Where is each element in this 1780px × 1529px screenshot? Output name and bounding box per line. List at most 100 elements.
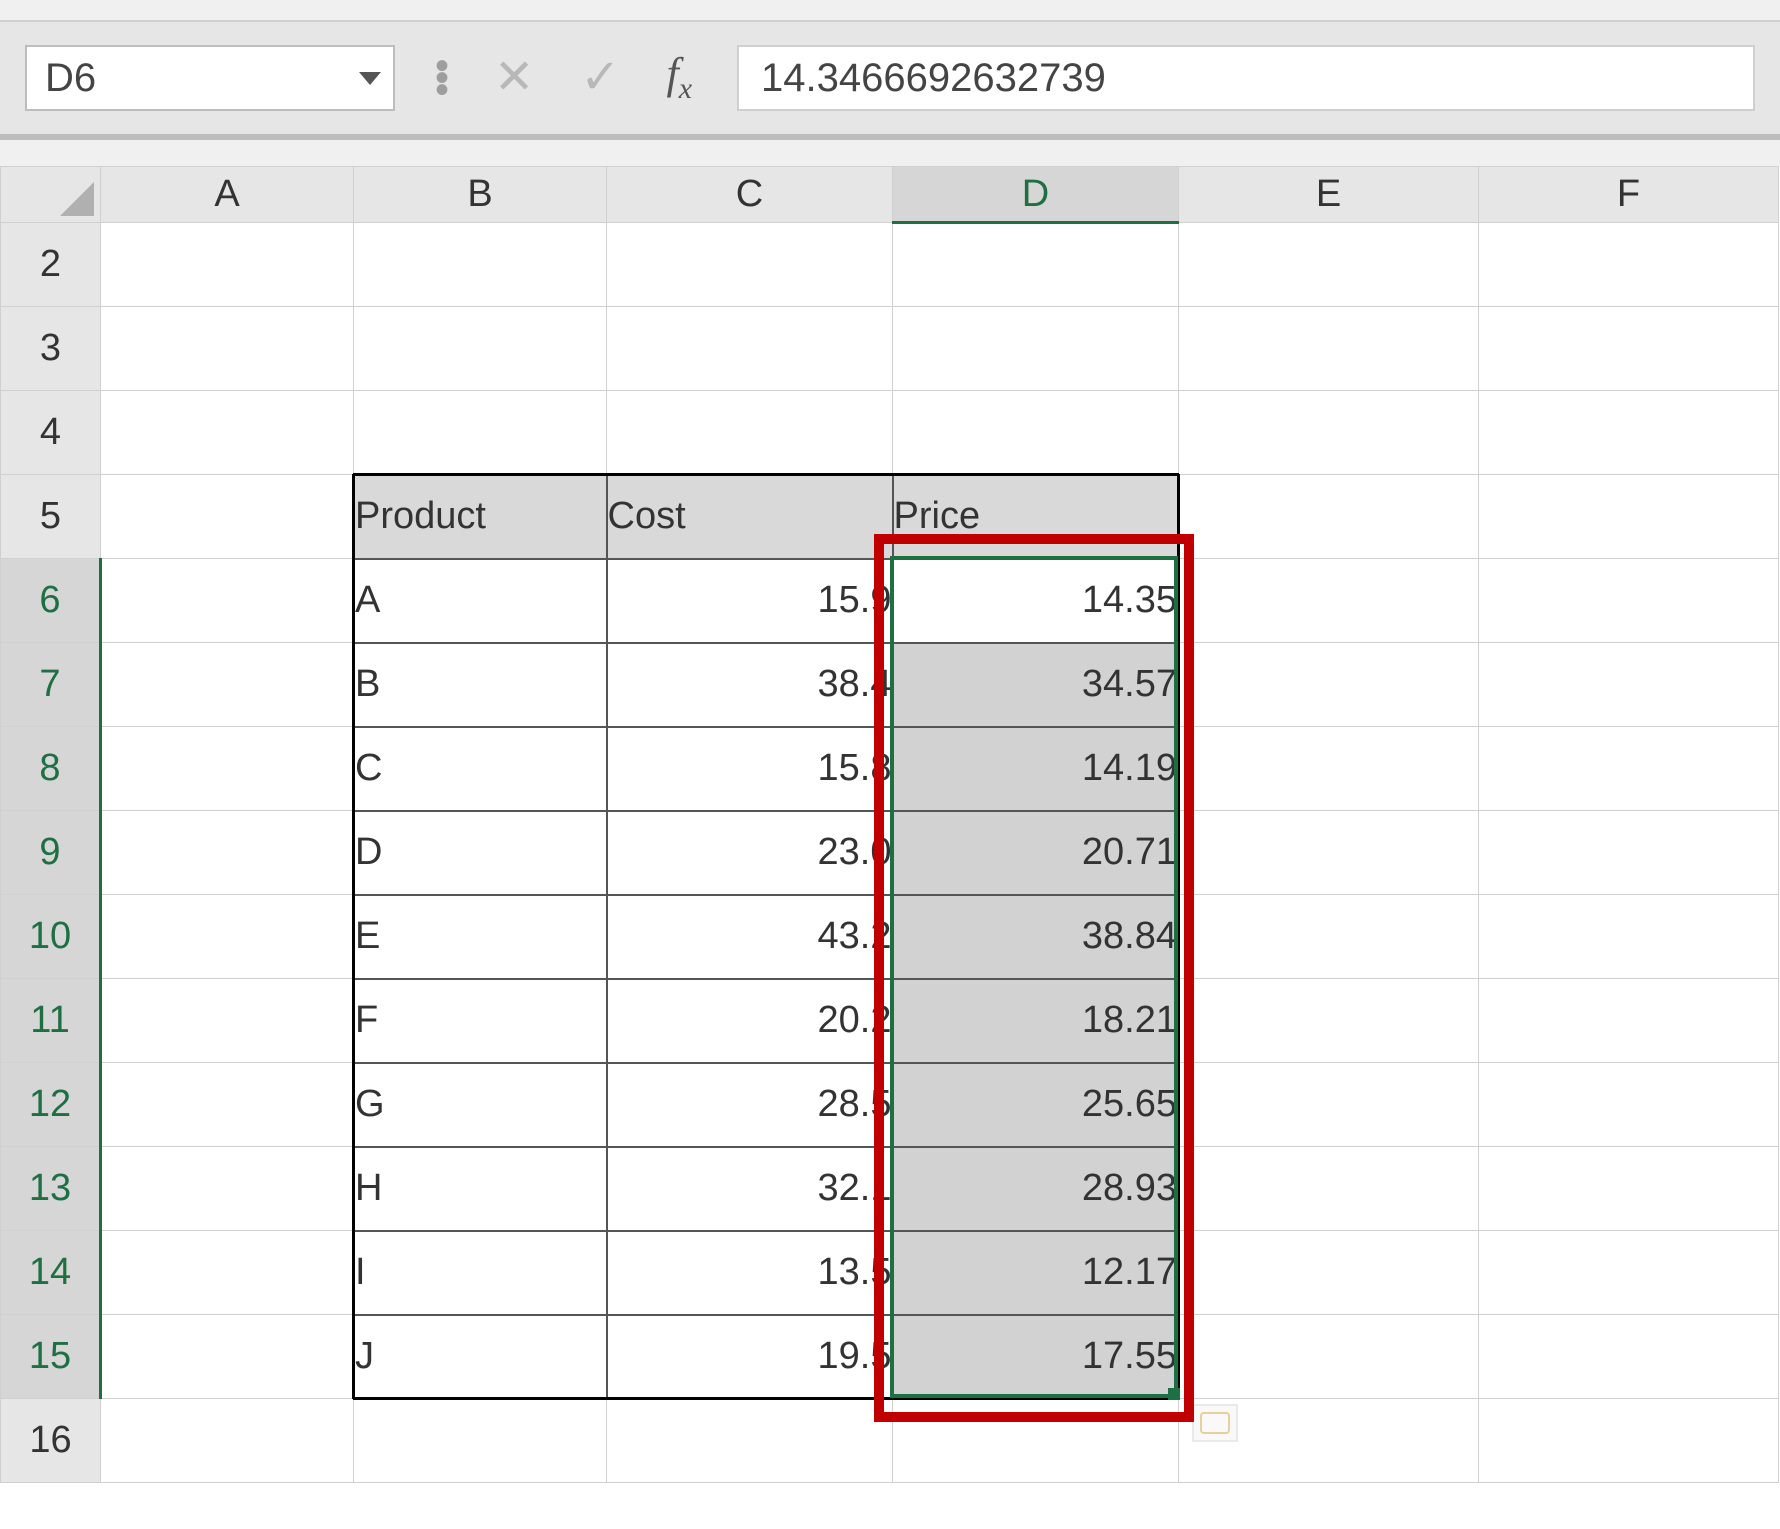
cell-A9[interactable] <box>101 811 354 895</box>
cell-C13[interactable]: 32.1 <box>607 1147 893 1231</box>
row-header-16[interactable]: 16 <box>1 1399 101 1483</box>
cell-C6[interactable]: 15.9 <box>607 559 893 643</box>
cell-E5[interactable] <box>1179 475 1479 559</box>
row-header-3[interactable]: 3 <box>1 307 101 391</box>
cell-C2[interactable] <box>607 223 893 307</box>
row-header-7[interactable]: 7 <box>1 643 101 727</box>
enter-icon[interactable]: ✓ <box>580 54 620 102</box>
cell-E2[interactable] <box>1179 223 1479 307</box>
cell-E8[interactable] <box>1179 727 1479 811</box>
cell-E11[interactable] <box>1179 979 1479 1063</box>
row-header-4[interactable]: 4 <box>1 391 101 475</box>
cell-F3[interactable] <box>1479 307 1779 391</box>
autofill-options-icon[interactable] <box>1192 1404 1238 1442</box>
cell-A12[interactable] <box>101 1063 354 1147</box>
cell-D7[interactable]: 34.57 <box>893 643 1179 727</box>
name-box-dropdown-icon[interactable] <box>359 72 381 85</box>
cancel-icon[interactable]: ✕ <box>494 54 534 102</box>
cell-F5[interactable] <box>1479 475 1779 559</box>
formula-input[interactable]: 14.3466692632739 <box>737 45 1755 111</box>
cell-E12[interactable] <box>1179 1063 1479 1147</box>
cell-A16[interactable] <box>101 1399 354 1483</box>
cell-C4[interactable] <box>607 391 893 475</box>
cell-B16[interactable] <box>354 1399 607 1483</box>
spreadsheet-grid[interactable]: ABCDEF2345ProductCostPrice6A15.914.357B3… <box>0 166 1780 1529</box>
cell-E13[interactable] <box>1179 1147 1479 1231</box>
cell-C5[interactable]: Cost <box>607 475 893 559</box>
cell-F9[interactable] <box>1479 811 1779 895</box>
cell-A2[interactable] <box>101 223 354 307</box>
cell-B8[interactable]: C <box>354 727 607 811</box>
cell-D11[interactable]: 18.21 <box>893 979 1179 1063</box>
cell-E6[interactable] <box>1179 559 1479 643</box>
cell-A3[interactable] <box>101 307 354 391</box>
cell-B4[interactable] <box>354 391 607 475</box>
cell-B11[interactable]: F <box>354 979 607 1063</box>
cell-D4[interactable] <box>893 391 1179 475</box>
cell-D9[interactable]: 20.71 <box>893 811 1179 895</box>
cell-D5[interactable]: Price <box>893 475 1179 559</box>
row-header-2[interactable]: 2 <box>1 223 101 307</box>
cell-D12[interactable]: 25.65 <box>893 1063 1179 1147</box>
cell-A15[interactable] <box>101 1315 354 1399</box>
cell-E3[interactable] <box>1179 307 1479 391</box>
column-header-E[interactable]: E <box>1179 167 1479 223</box>
row-header-12[interactable]: 12 <box>1 1063 101 1147</box>
name-box[interactable]: D6 <box>25 45 395 111</box>
cell-C9[interactable]: 23.0 <box>607 811 893 895</box>
row-header-8[interactable]: 8 <box>1 727 101 811</box>
cell-B3[interactable] <box>354 307 607 391</box>
cell-A13[interactable] <box>101 1147 354 1231</box>
row-header-10[interactable]: 10 <box>1 895 101 979</box>
cell-C15[interactable]: 19.5 <box>607 1315 893 1399</box>
cell-C16[interactable] <box>607 1399 893 1483</box>
cell-A5[interactable] <box>101 475 354 559</box>
cell-B9[interactable]: D <box>354 811 607 895</box>
cell-D6[interactable]: 14.35 <box>893 559 1179 643</box>
cell-E4[interactable] <box>1179 391 1479 475</box>
cell-B2[interactable] <box>354 223 607 307</box>
cell-F8[interactable] <box>1479 727 1779 811</box>
cell-D16[interactable] <box>893 1399 1179 1483</box>
cell-E15[interactable] <box>1179 1315 1479 1399</box>
cell-F15[interactable] <box>1479 1315 1779 1399</box>
column-header-A[interactable]: A <box>101 167 354 223</box>
row-header-13[interactable]: 13 <box>1 1147 101 1231</box>
cell-F16[interactable] <box>1479 1399 1779 1483</box>
cell-D13[interactable]: 28.93 <box>893 1147 1179 1231</box>
cell-D3[interactable] <box>893 307 1179 391</box>
cell-B5[interactable]: Product <box>354 475 607 559</box>
cell-B13[interactable]: H <box>354 1147 607 1231</box>
row-header-5[interactable]: 5 <box>1 475 101 559</box>
column-header-D[interactable]: D <box>893 167 1179 223</box>
cell-A4[interactable] <box>101 391 354 475</box>
cell-F2[interactable] <box>1479 223 1779 307</box>
cell-B10[interactable]: E <box>354 895 607 979</box>
cell-F13[interactable] <box>1479 1147 1779 1231</box>
row-header-9[interactable]: 9 <box>1 811 101 895</box>
cell-F11[interactable] <box>1479 979 1779 1063</box>
row-header-15[interactable]: 15 <box>1 1315 101 1399</box>
cell-A7[interactable] <box>101 643 354 727</box>
cell-A11[interactable] <box>101 979 354 1063</box>
cell-D10[interactable]: 38.84 <box>893 895 1179 979</box>
cell-F14[interactable] <box>1479 1231 1779 1315</box>
cell-C14[interactable]: 13.5 <box>607 1231 893 1315</box>
insert-function-button[interactable]: fx <box>666 52 692 104</box>
cell-E14[interactable] <box>1179 1231 1479 1315</box>
cell-C3[interactable] <box>607 307 893 391</box>
cell-A8[interactable] <box>101 727 354 811</box>
row-header-14[interactable]: 14 <box>1 1231 101 1315</box>
cell-C10[interactable]: 43.2 <box>607 895 893 979</box>
cell-B7[interactable]: B <box>354 643 607 727</box>
column-header-B[interactable]: B <box>354 167 607 223</box>
cell-C7[interactable]: 38.4 <box>607 643 893 727</box>
cell-D8[interactable]: 14.19 <box>893 727 1179 811</box>
cell-B15[interactable]: J <box>354 1315 607 1399</box>
cell-E9[interactable] <box>1179 811 1479 895</box>
cell-F6[interactable] <box>1479 559 1779 643</box>
cell-C11[interactable]: 20.2 <box>607 979 893 1063</box>
cell-F7[interactable] <box>1479 643 1779 727</box>
cell-D15[interactable]: 17.55 <box>893 1315 1179 1399</box>
cell-A14[interactable] <box>101 1231 354 1315</box>
